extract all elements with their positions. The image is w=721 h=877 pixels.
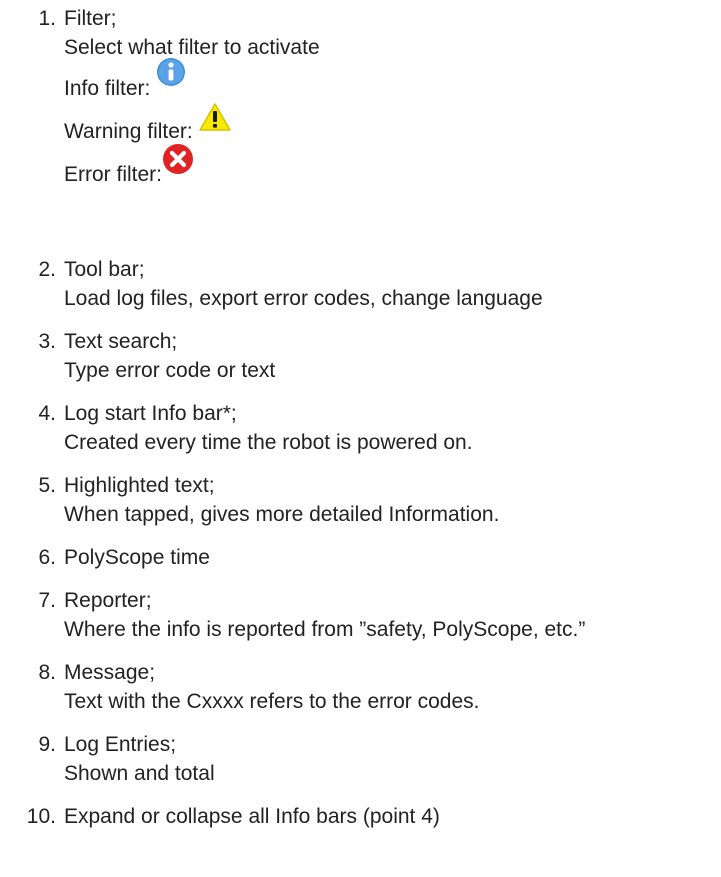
item-title: Reporter; [64, 589, 152, 612]
item-description: Created every time the robot is powered … [64, 431, 473, 454]
error-icon [162, 143, 194, 183]
item-number: 4. [38, 402, 56, 425]
item-description: Text with the Cxxxx refers to the error … [64, 690, 480, 713]
item-title: Message; [64, 661, 156, 684]
item-number: 6. [38, 546, 56, 569]
item-number: 3. [38, 330, 56, 353]
item-title: PolyScope time [64, 546, 210, 569]
item-title: Text search; [64, 330, 178, 353]
warning-icon [198, 102, 232, 140]
item-number: 7. [38, 589, 56, 612]
item-content: PolyScope time [64, 543, 210, 572]
item-content: Tool bar; Load log files, export error c… [64, 255, 543, 313]
item-number: 1. [38, 7, 56, 30]
item-number: 2. [38, 258, 56, 281]
warning-filter-row: Warning filter: [64, 103, 320, 146]
item-number: 9. [38, 733, 56, 756]
info-filter-row: Info filter: [64, 58, 320, 103]
item-description: When tapped, gives more detailed Informa… [64, 503, 500, 526]
item-title: Highlighted text; [64, 474, 215, 497]
item-description: Shown and total [64, 762, 215, 785]
item-content: Text search; Type error code or text [64, 327, 275, 385]
item-description: Where the info is reported from ”safety,… [64, 618, 586, 641]
error-filter-label: Error filter: [64, 163, 163, 186]
item-content: Message; Text with the Cxxxx refers to t… [64, 658, 480, 716]
item-content: Highlighted text; When tapped, gives mor… [64, 471, 499, 529]
item-description: Select what filter to activate [64, 36, 320, 59]
item-title: Tool bar; [64, 258, 145, 281]
item-title: Expand or collapse all Info bars (point … [64, 805, 440, 828]
item-title: Log Entries; [64, 733, 177, 756]
error-filter-row: Error filter: [64, 144, 320, 189]
item-number: 10. [26, 805, 56, 828]
item-content: Filter; Select what filter to activate I… [64, 4, 320, 189]
item-content: Reporter; Where the info is reported fro… [64, 586, 585, 644]
info-icon [156, 57, 186, 95]
item-content: Log start Info bar*; Created every time … [64, 399, 473, 457]
item-number: 5. [38, 474, 56, 497]
item-number: 8. [38, 661, 56, 684]
item-content: Log Entries; Shown and total [64, 730, 215, 788]
info-filter-label: Info filter: [64, 77, 151, 100]
item-title: Log start Info bar*; [64, 402, 237, 425]
item-description: Type error code or text [64, 359, 276, 382]
item-description: Load log files, export error codes, chan… [64, 287, 543, 310]
item-title: Filter; [64, 7, 117, 30]
warning-filter-label: Warning filter: [64, 120, 193, 143]
item-content: Expand or collapse all Info bars (point … [64, 802, 440, 831]
